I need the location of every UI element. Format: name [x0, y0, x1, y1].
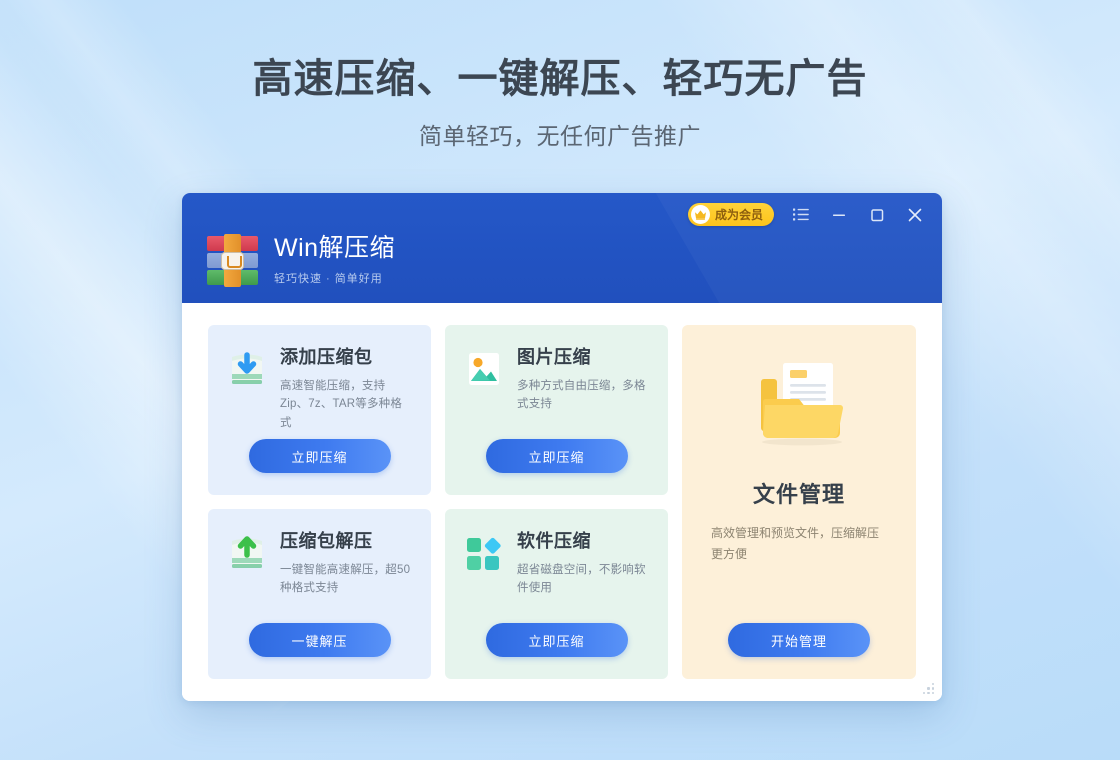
compress-now-button[interactable]: 立即压缩 — [485, 439, 628, 473]
close-button[interactable] — [904, 204, 926, 226]
compress-now-button[interactable]: 立即压缩 — [248, 439, 391, 473]
feature-card-title: 软件压缩 — [517, 531, 591, 551]
app-window: Win解压缩 轻巧快速 · 简单好用 成为会员 添加压缩包 高速智能压缩，支持Z… — [182, 193, 942, 701]
app-blocks-icon — [463, 531, 505, 577]
feature-card-desc: 超省磁盘空间，不影响软件使用 — [517, 563, 646, 595]
app-brand: Win解压缩 轻巧快速 · 简单好用 — [206, 234, 395, 287]
promo-heading-block: 高速压缩、一键解压、轻巧无广告 简单轻巧，无任何广告推广 — [0, 54, 1120, 151]
feature-card-desc: 高速智能压缩，支持Zip、7z、TAR等多种格式 — [280, 379, 403, 430]
promo-subheadline: 简单轻巧，无任何广告推广 — [419, 123, 701, 149]
list-menu-icon — [793, 208, 809, 221]
maximize-button[interactable] — [866, 204, 888, 226]
panel-title: 文件管理 — [752, 482, 845, 507]
promo-page: 高速压缩、一键解压、轻巧无广告 简单轻巧，无任何广告推广 Win解压缩 轻巧快速… — [0, 0, 1120, 760]
feature-card-title: 压缩包解压 — [280, 531, 373, 551]
feature-card-add-archive[interactable]: 添加压缩包 高速智能压缩，支持Zip、7z、TAR等多种格式 立即压缩 — [208, 325, 431, 495]
become-member-button[interactable]: 成为会员 — [687, 203, 774, 226]
window-content: 添加压缩包 高速智能压缩，支持Zip、7z、TAR等多种格式 立即压缩 图片压缩… — [182, 303, 942, 701]
crown-icon — [690, 205, 710, 224]
menu-button[interactable] — [790, 204, 812, 226]
feature-card-desc: 一键智能高速解压，超50种格式支持 — [280, 563, 411, 595]
titlebar-actions: 成为会员 — [687, 203, 926, 226]
archive-extract-icon — [226, 531, 268, 577]
extract-now-button[interactable]: 一键解压 — [248, 623, 391, 657]
app-tagline: 轻巧快速 · 简单好用 — [274, 272, 383, 285]
panel-description: 高效管理和预览文件，压缩解压更方便 — [711, 526, 880, 561]
close-icon — [908, 208, 922, 221]
compress-now-button[interactable]: 立即压缩 — [485, 623, 628, 657]
maximize-icon — [871, 208, 884, 221]
resize-grip-icon[interactable] — [920, 680, 934, 694]
open-folder-document-icon — [745, 357, 853, 455]
archive-download-icon — [226, 347, 268, 393]
winrar-books-icon — [206, 234, 259, 287]
photo-image-icon — [463, 347, 505, 393]
feature-card-extract-archive[interactable]: 压缩包解压 一键智能高速解压，超50种格式支持 一键解压 — [208, 509, 431, 679]
feature-card-grid: 添加压缩包 高速智能压缩，支持Zip、7z、TAR等多种格式 立即压缩 图片压缩… — [208, 325, 668, 679]
feature-card-software-compress[interactable]: 软件压缩 超省磁盘空间，不影响软件使用 立即压缩 — [445, 509, 668, 679]
start-manage-button[interactable]: 开始管理 — [728, 623, 870, 657]
minimize-icon — [833, 214, 845, 216]
promo-headline: 高速压缩、一键解压、轻巧无广告 — [252, 57, 868, 101]
feature-card-title: 图片压缩 — [517, 347, 591, 367]
feature-card-desc: 多种方式自由压缩，多格式支持 — [517, 379, 646, 411]
become-member-label: 成为会员 — [714, 208, 763, 222]
minimize-button[interactable] — [828, 204, 850, 226]
window-titlebar[interactable]: Win解压缩 轻巧快速 · 简单好用 成为会员 — [182, 193, 942, 303]
feature-card-title: 添加压缩包 — [280, 347, 373, 367]
app-title: Win解压缩 — [274, 233, 396, 262]
feature-card-image-compress[interactable]: 图片压缩 多种方式自由压缩，多格式支持 立即压缩 — [445, 325, 668, 495]
file-management-panel[interactable]: 文件管理 高效管理和预览文件，压缩解压更方便 开始管理 — [682, 325, 916, 679]
